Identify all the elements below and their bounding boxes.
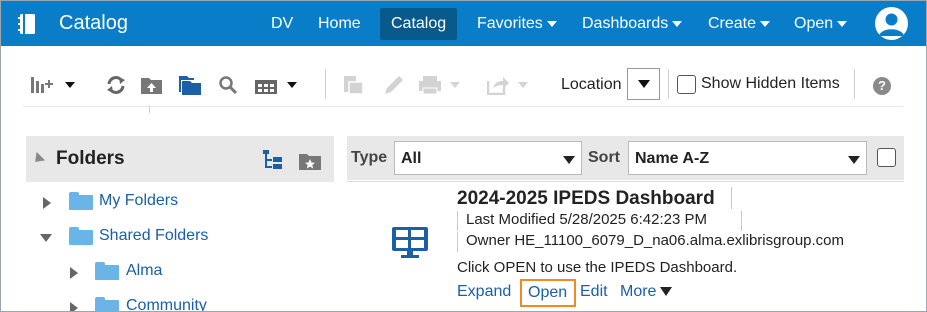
nav-dv[interactable]: DV <box>271 8 293 40</box>
collapse-panel-icon[interactable] <box>30 151 46 167</box>
more-link[interactable]: More <box>620 283 673 301</box>
search-icon[interactable] <box>218 75 238 100</box>
nav-home-label: Home <box>318 15 361 32</box>
toolbar-bottom-border <box>23 106 903 107</box>
folders-title: Folders <box>56 148 125 169</box>
owner: Owner HE_11100_6079_D_na06.alma.exlibris… <box>466 232 845 249</box>
nav-create-label: Create <box>708 15 757 32</box>
folders-panel: Folders My Folders Shared Folders Alma C… <box>26 136 334 312</box>
new-folder-icon[interactable] <box>178 74 202 101</box>
refresh-icon[interactable] <box>105 75 127 100</box>
location-label: Location <box>561 76 622 93</box>
type-dropdown[interactable]: All <box>394 141 582 175</box>
tree-item-label: Alma <box>126 262 163 279</box>
show-hidden-checkbox[interactable] <box>677 75 696 94</box>
edit-pencil-icon[interactable] <box>382 73 406 102</box>
toolbar-divider <box>668 69 669 99</box>
type-label: Type <box>351 149 388 166</box>
type-value: All <box>401 150 422 167</box>
toolbar-divider <box>325 69 326 99</box>
nav-favorites[interactable]: Favorites <box>477 8 557 40</box>
dashboard-icon[interactable] <box>391 225 429 264</box>
title-divider <box>731 187 732 209</box>
chevron-down-icon <box>660 287 673 296</box>
open-link-label: Open <box>528 284 568 301</box>
collapse-icon[interactable] <box>40 234 52 242</box>
tree-item-label: My Folders <box>99 192 179 209</box>
meta-divider <box>741 211 742 231</box>
meta-divider <box>457 232 458 252</box>
tree-item-my-folders[interactable]: My Folders <box>26 190 326 214</box>
print-icon[interactable] <box>419 75 465 100</box>
tree-item-label: Community <box>126 297 207 312</box>
nav-home[interactable]: Home <box>318 8 361 40</box>
nav-dashboards-label: Dashboards <box>582 15 669 32</box>
folder-tree-icon[interactable] <box>262 149 284 176</box>
folder-icon <box>69 192 93 210</box>
share-export-icon[interactable] <box>486 75 533 100</box>
top-header: Catalog DV Home Catalog Favorites Dashbo… <box>1 1 926 46</box>
sort-dropdown[interactable]: Name A-Z <box>628 141 867 175</box>
result-title[interactable]: 2024-2025 IPEDS Dashboard <box>457 188 715 210</box>
catalog-book-icon <box>17 13 37 35</box>
nav-dv-label: DV <box>271 15 294 32</box>
tree-item-label: Shared Folders <box>99 227 209 244</box>
edit-link[interactable]: Edit <box>580 283 608 301</box>
brand: Catalog <box>17 1 128 46</box>
upload-folder-icon[interactable] <box>140 75 164 100</box>
app-title: Catalog <box>59 12 128 34</box>
user-avatar-icon[interactable] <box>875 7 908 40</box>
nav-open[interactable]: Open <box>794 8 848 40</box>
show-hidden-label: Show Hidden Items <box>701 75 840 92</box>
nav-open-label: Open <box>794 15 834 32</box>
chevron-down-icon <box>672 20 683 27</box>
chevron-down-icon <box>760 20 771 27</box>
meta-divider <box>457 211 458 231</box>
nav-dashboards[interactable]: Dashboards <box>582 8 683 40</box>
location-dropdown[interactable] <box>627 68 660 100</box>
select-all-checkbox[interactable] <box>877 148 896 167</box>
open-link[interactable]: Open <box>520 279 576 307</box>
folders-header: Folders <box>26 136 334 182</box>
nav-create[interactable]: Create <box>708 8 771 40</box>
catalog-window: Catalog DV Home Catalog Favorites Dashbo… <box>0 0 927 312</box>
expand-link[interactable]: Expand <box>457 283 511 301</box>
help-icon[interactable]: ? <box>873 77 891 95</box>
expand-icon[interactable] <box>70 302 78 311</box>
chevron-down-icon <box>848 156 860 164</box>
more-link-label: More <box>620 283 657 300</box>
chevron-down-icon <box>563 156 575 164</box>
chevron-down-icon <box>638 80 650 88</box>
nav-favorites-label: Favorites <box>477 15 543 32</box>
filter-bar: Type All Sort Name A-Z <box>347 136 904 180</box>
result-description: Click OPEN to use the IPEDS Dashboard. <box>457 259 738 276</box>
chevron-down-icon <box>546 20 557 27</box>
tree-item-alma[interactable]: Alma <box>26 260 326 284</box>
view-options-icon[interactable] <box>31 75 79 100</box>
chevron-down-icon <box>837 20 848 27</box>
last-modified: Last Modified 5/28/2025 6:42:23 PM <box>466 211 707 228</box>
nav-catalog[interactable]: Catalog <box>380 8 458 40</box>
expand-icon[interactable] <box>70 267 78 279</box>
nav-catalog-label: Catalog <box>391 15 447 32</box>
copy-icon[interactable] <box>343 74 369 101</box>
expand-icon[interactable] <box>43 197 51 209</box>
toolbar-divider <box>854 69 855 99</box>
folder-icon <box>95 262 119 280</box>
tree-item-shared-folders[interactable]: Shared Folders <box>26 225 326 249</box>
sort-value: Name A-Z <box>635 150 710 167</box>
sort-label: Sort <box>588 149 620 166</box>
folder-icon <box>69 227 93 245</box>
view-grid-icon[interactable] <box>255 75 301 100</box>
favorite-folder-icon[interactable] <box>298 151 322 176</box>
folder-icon <box>95 297 119 311</box>
card-divider <box>347 181 904 182</box>
tree-item-community[interactable]: Community <box>26 295 326 312</box>
